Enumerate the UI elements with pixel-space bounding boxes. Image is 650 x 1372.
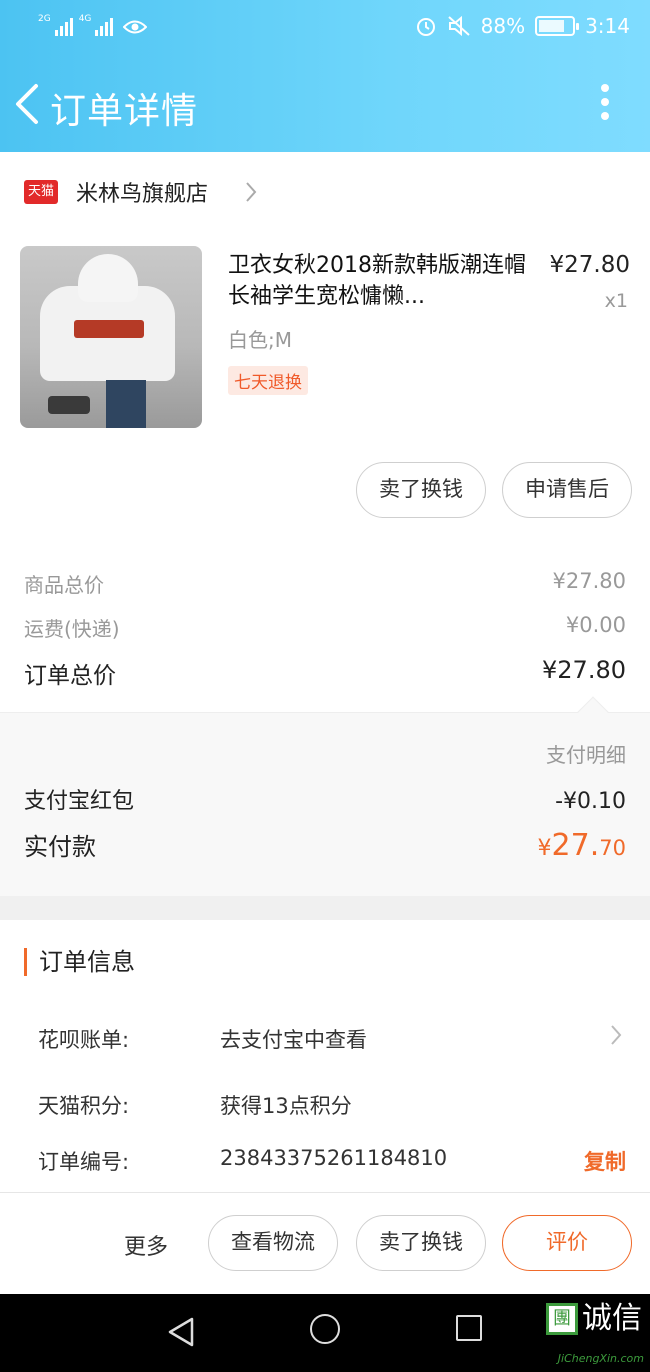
page-title: 订单详情: [50, 91, 199, 132]
bottom-action-bar: 更多 查看物流 卖了换钱 评价: [0, 1192, 650, 1294]
product-title[interactable]: 卫衣女秋2018新款韩版潮连帽长袖学生宽松慵懒...: [228, 250, 526, 312]
system-home-icon[interactable]: [310, 1314, 340, 1344]
product-price: ¥27.80: [549, 252, 630, 278]
copy-button[interactable]: 复制: [584, 1146, 626, 1176]
goods-total-value: ¥27.80: [552, 569, 626, 593]
actual-paid-decimal: 70: [599, 836, 626, 860]
more-button[interactable]: 更多: [124, 1229, 168, 1261]
app-header: 2G 4G 88% 3:14 订单详情: [0, 0, 650, 152]
watermark: 團 诚信: [546, 1302, 642, 1336]
status-right: 88% 3:14: [415, 14, 630, 38]
shipping-label: 运费(快递): [24, 617, 120, 641]
shipping-row: 运费(快递) ¥0.00: [24, 613, 626, 642]
clock: 3:14: [585, 14, 630, 38]
back-arrow-icon[interactable]: [10, 80, 46, 128]
more-vertical-icon[interactable]: [600, 84, 610, 124]
mute-icon: [447, 15, 470, 37]
product-sku: 白色;M: [228, 328, 292, 352]
redpacket-label: 支付宝红包: [24, 789, 135, 814]
order-info-title: 订单信息: [24, 948, 135, 976]
currency-symbol: ¥: [537, 836, 552, 861]
caret-up-icon: [577, 696, 609, 728]
store-row[interactable]: 天猫 米林鸟旗舰店: [0, 152, 650, 232]
status-left: 2G 4G: [38, 14, 148, 36]
store-name[interactable]: 米林鸟旗舰店: [76, 176, 208, 208]
points-label: 天猫积分:: [38, 1094, 130, 1118]
payment-detail-link[interactable]: 支付明细: [546, 739, 626, 768]
system-recents-icon[interactable]: [456, 1315, 482, 1341]
product-quantity: x1: [604, 290, 628, 312]
tmall-logo: 天猫: [24, 180, 58, 204]
actual-paid-row: 实付款 ¥27.70: [24, 827, 626, 863]
watermark-text: 诚信: [582, 1301, 642, 1336]
system-back-icon[interactable]: [166, 1316, 196, 1348]
section-divider: [0, 896, 650, 920]
battery-icon: [535, 16, 580, 36]
signal-icon: 4G: [79, 14, 114, 36]
chevron-right-icon: [246, 182, 257, 202]
product-image[interactable]: [20, 246, 202, 428]
nav-bar: 订单详情: [0, 60, 650, 150]
order-total-row: 订单总价 ¥27.80: [24, 656, 626, 690]
review-button[interactable]: 评价: [502, 1215, 632, 1271]
sell-for-cash-button[interactable]: 卖了换钱: [356, 462, 486, 518]
points-value: 获得13点积分: [220, 1094, 352, 1118]
payment-panel: 支付明细 支付宝红包 -¥0.10 实付款 ¥27.70: [0, 696, 650, 896]
system-navigation-bar: 團 诚信 JiChengXin.com: [0, 1294, 650, 1372]
huabei-label: 花呗账单:: [38, 1028, 130, 1052]
eye-icon: [123, 20, 148, 34]
redpacket-value: -¥0.10: [555, 789, 626, 814]
goods-total-row: 商品总价 ¥27.80: [24, 569, 626, 598]
status-bar: 2G 4G 88% 3:14: [0, 0, 650, 56]
order-number-row: 订单编号: 2384337526118481​0 复制: [38, 1146, 626, 1174]
order-number-value: 2384337526118481​0: [220, 1146, 448, 1170]
actual-paid-integer: 27.: [551, 828, 600, 863]
order-total-value: ¥27.80: [542, 656, 626, 684]
battery-percent: 88%: [480, 14, 526, 38]
watermark-logo: 團: [546, 1303, 578, 1335]
alarm-icon: [416, 18, 435, 36]
signal-label: 4G: [78, 14, 92, 24]
actual-paid-value: ¥27.70: [538, 828, 626, 863]
signal-label: 2G: [38, 14, 51, 24]
actual-paid-label: 实付款: [24, 833, 96, 861]
points-row: 天猫积分: 获得13点积分: [38, 1090, 626, 1118]
return-policy-badge: 七天退换: [228, 366, 308, 395]
signal-icon: 2G: [38, 14, 73, 36]
huabei-row[interactable]: 花呗账单: 去支付宝中查看: [38, 1024, 626, 1052]
chevron-right-icon: [611, 1025, 622, 1045]
view-logistics-button[interactable]: 查看物流: [208, 1215, 338, 1271]
apply-after-sales-button[interactable]: 申请售后: [502, 462, 632, 518]
redpacket-row: 支付宝红包 -¥0.10: [24, 783, 626, 815]
order-number-label: 订单编号:: [38, 1150, 130, 1174]
order-total-label: 订单总价: [24, 663, 116, 689]
watermark-subtext: JiChengXin.com: [557, 1352, 644, 1365]
huabei-value[interactable]: 去支付宝中查看: [220, 1024, 367, 1054]
shipping-value: ¥0.00: [565, 613, 626, 637]
sell-for-cash-button[interactable]: 卖了换钱: [356, 1215, 486, 1271]
goods-total-label: 商品总价: [24, 573, 104, 597]
